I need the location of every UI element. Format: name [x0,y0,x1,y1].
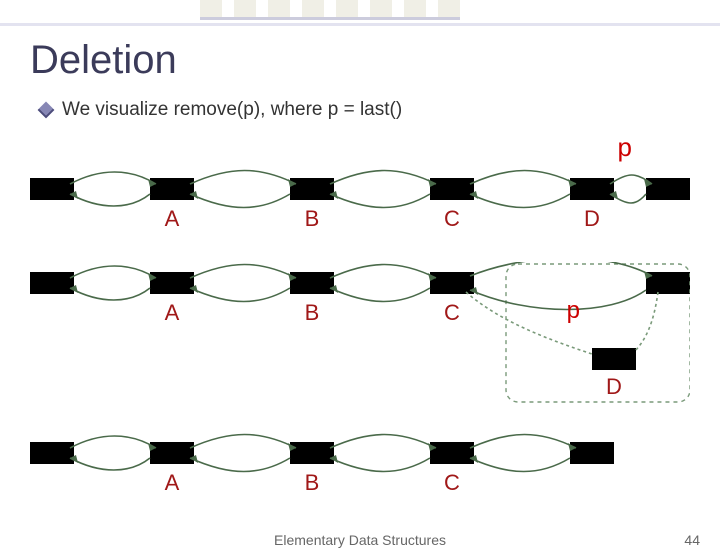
label-A-2: A [165,300,180,325]
sentinel-tail-node [646,178,690,200]
sentinel-tail-node-2 [646,272,690,294]
label-B-3: B [305,470,320,495]
pointer-p-label-row2: p [567,297,580,325]
label-D-detached: D [606,374,622,399]
slide-title: Deletion [30,38,690,83]
footer-title: Elementary Data Structures [274,532,446,548]
bullet-item: We visualize remove(p), where p = last() [40,99,690,121]
pointer-p-label-row1: p [618,132,632,163]
linked-list-svg-2: A B C D [30,262,690,412]
slide-content: Deletion We visualize remove(p), where p… [0,32,720,540]
bullet-icon [38,102,55,119]
sentinel-head-node [30,178,74,200]
label-D: D [584,206,600,231]
detached-node-D [592,348,636,370]
linked-list-svg-1: A B C D [30,168,690,238]
label-C-2: C [444,300,460,325]
bullet-text: We visualize remove(p), where p = last() [62,99,402,121]
linked-list-row-3: A B C [30,432,690,502]
linked-list-row-1: A B C D [30,168,690,238]
node-D [570,178,614,200]
node-C [430,178,474,200]
node-B [290,178,334,200]
linked-list-row-2: A B C D [30,262,690,412]
label-C: C [444,206,460,231]
node-A [150,178,194,200]
label-C-3: C [444,470,460,495]
label-B-2: B [305,300,320,325]
label-B: B [305,206,320,231]
linked-list-svg-3: A B C [30,432,690,502]
label-A: A [165,206,180,231]
page-number: 44 [684,532,700,548]
decorative-top-band [0,0,720,26]
label-A-3: A [165,470,180,495]
